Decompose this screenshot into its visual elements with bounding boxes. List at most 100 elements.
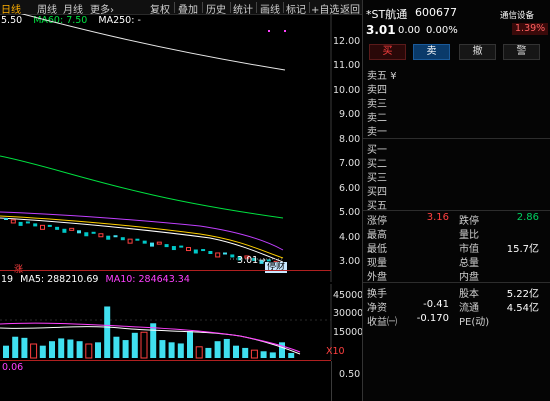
candle <box>77 230 81 234</box>
volume-bar <box>122 340 129 358</box>
volume-bar <box>67 339 74 358</box>
ask3-label: 卖三 <box>367 99 387 110</box>
candle <box>156 241 162 245</box>
yen-icon: ¥ <box>390 71 397 82</box>
pane-divider <box>0 270 331 271</box>
volume-bar <box>195 346 203 359</box>
candle <box>18 221 23 226</box>
candle <box>150 242 154 247</box>
volume-bar <box>3 345 9 358</box>
volume-bar <box>12 336 19 358</box>
candle <box>33 223 38 227</box>
limit-down-label: 跌停 <box>459 216 479 227</box>
volume-bar <box>21 337 28 358</box>
limit-up-label: 涨停 <box>367 216 387 227</box>
sell-button[interactable]: 卖 <box>413 44 450 60</box>
high-label: 最高 <box>367 230 387 241</box>
price-axis-label: 3.00 <box>339 256 361 267</box>
candle <box>25 221 30 224</box>
limit-up-value: 3.16 <box>426 212 449 223</box>
candle <box>62 228 67 233</box>
volume-bar <box>205 347 212 358</box>
bid1-label: 买一 <box>367 145 387 156</box>
volume-bar <box>233 345 239 358</box>
ma-white-line <box>20 14 286 71</box>
volume-axis-label: 45000 <box>333 290 364 301</box>
stats-divider <box>363 210 550 211</box>
net-assets-label: 净资 <box>367 303 387 314</box>
bid4-label: 买四 <box>367 187 387 198</box>
inner-volume-label: 内盘 <box>459 272 479 283</box>
suspend-badge[interactable]: 停财 <box>265 262 288 273</box>
toolbar-divider <box>283 2 284 13</box>
candle <box>164 244 169 248</box>
price-change-pct: 0.00% <box>426 25 458 36</box>
stock-name: *ST航通 <box>366 8 408 21</box>
price-axis-label: 8.00 <box>339 134 361 145</box>
volume-axis-label: 15000 <box>333 327 364 338</box>
candle <box>223 252 227 255</box>
float-capital-label: 流通 <box>459 303 479 314</box>
price-axis-label: 7.00 <box>339 158 361 169</box>
volume-chart[interactable] <box>0 284 362 360</box>
buy-button[interactable]: 买 <box>369 44 406 60</box>
volume-bar <box>168 342 175 358</box>
ask1-label: 卖一 <box>367 127 387 138</box>
candle <box>215 252 221 258</box>
sector-change: 1.39% <box>512 23 549 35</box>
volume-bar <box>49 341 55 358</box>
toolbar-divider <box>174 2 175 13</box>
last-price-label: 3.01 <box>237 255 259 266</box>
candle <box>193 249 198 254</box>
candle <box>84 232 89 237</box>
macd-axis-label: 0.50 <box>339 369 361 380</box>
volume-bar <box>140 331 148 359</box>
ask4-label: 卖四 <box>367 85 387 96</box>
price-axis-label: 9.00 <box>339 109 361 120</box>
candle <box>10 219 16 224</box>
volume-bar <box>131 332 138 358</box>
volume-bar <box>187 331 193 358</box>
sector-name[interactable]: 通信设备 <box>500 9 534 21</box>
eps-label: 收益㈠ <box>367 317 397 328</box>
volume-bars <box>3 306 295 359</box>
pane-divider <box>0 360 331 361</box>
candle <box>179 245 184 248</box>
quote-panel: *ST航通 600677 通信设备 1.39% 3.01 0.00 0.00% … <box>362 0 550 401</box>
bid3-label: 买三 <box>367 173 387 184</box>
share-capital-label: 股本 <box>459 289 479 300</box>
volume-axis-label: 30000 <box>333 308 364 319</box>
candle <box>98 233 104 238</box>
current-volume-label: 现量 <box>367 258 387 269</box>
price-axis-label: 11.00 <box>333 60 361 71</box>
alert-button[interactable]: 警 <box>503 44 540 60</box>
volume-bar <box>95 342 101 358</box>
float-capital-value: 4.54亿 <box>506 303 539 314</box>
marker-dot <box>268 30 270 32</box>
ask5-label: 卖五 ¥ <box>367 67 397 82</box>
toolbar-divider <box>309 2 310 13</box>
cancel-order-button[interactable]: 撤 <box>459 44 496 60</box>
candle <box>55 226 60 230</box>
volume-bar <box>39 345 46 358</box>
volume-bar <box>177 343 184 358</box>
pe-label: PE(动) <box>459 317 490 328</box>
volume-bar <box>113 336 120 358</box>
volume-bar <box>159 340 166 358</box>
price-chart[interactable] <box>0 14 362 282</box>
chart-toolbar: 日线 周线 月线 更多› 复权 叠加 历史 统计 画线 标记 +自选 返回 <box>0 0 362 16</box>
candle <box>171 246 176 251</box>
candle <box>113 235 118 238</box>
volume-bar <box>76 341 83 358</box>
stock-code: 600677 <box>415 6 457 19</box>
volume-bar <box>58 338 65 358</box>
marker-dot <box>284 30 286 32</box>
candle <box>127 238 133 244</box>
volume-bar <box>85 343 93 359</box>
toolbar-divider <box>256 2 257 13</box>
candle <box>91 231 96 234</box>
macd-axis-divider <box>331 361 332 401</box>
toolbar-divider <box>202 2 203 13</box>
ma-yellow-line <box>0 215 284 259</box>
candle <box>230 254 235 258</box>
